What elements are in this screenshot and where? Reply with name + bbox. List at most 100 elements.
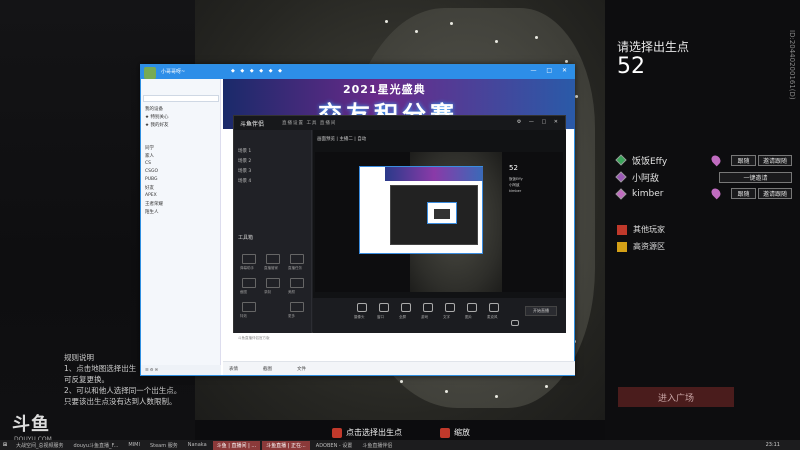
legend-label: 其他玩家 (633, 225, 665, 234)
taskbar-item[interactable]: 斗鱼 | 直播间 | ... (212, 440, 261, 450)
avatar[interactable] (144, 67, 156, 79)
nested-banner (385, 167, 483, 181)
preview-image: 52 饭饭Effy 小阿敌 kimber (315, 152, 563, 292)
spawn-point[interactable] (545, 385, 548, 388)
taskbar-item[interactable]: ADOBEN - 设置 (312, 441, 357, 450)
list-item[interactable]: 陌生人 (145, 209, 159, 215)
tool-titlebar[interactable]: 斗鱼伴侣 直播设置 工具 直播间 ⚙ — □ ✕ (234, 116, 565, 130)
qq-list-footer[interactable]: ☰ ⚙ ✉ (141, 365, 221, 375)
tool-tile-icon[interactable] (242, 302, 256, 312)
qq-titlebar[interactable]: 小哥哥呀~ ◆ ◆ ◆ ◆ ◆ ◆ — □ ✕ (141, 65, 574, 79)
list-item[interactable]: 同学 (145, 145, 154, 151)
tab-tools[interactable]: 工具 (306, 121, 317, 126)
player-id-label: ID:20440200161(D) (788, 30, 796, 100)
search-input[interactable] (143, 95, 219, 102)
spawn-point[interactable] (495, 40, 498, 43)
spawn-point[interactable] (450, 22, 453, 25)
camera-icon[interactable] (357, 303, 367, 312)
preview-title: 画面预览 | 主播二 | 自动 (317, 137, 367, 142)
scene-item[interactable]: 场景 3 (238, 168, 251, 174)
tool-tile-icon[interactable] (266, 254, 280, 264)
screenshot-button[interactable]: 截图 (263, 366, 272, 372)
hint-zoom: 缩放 (440, 427, 470, 438)
list-item[interactable]: ★ 我的好友 (145, 122, 168, 128)
taskbar-item[interactable]: Steam 服务 (146, 441, 182, 450)
volume-icon[interactable] (511, 320, 519, 326)
taskbar-item[interactable]: douyu斗鱼直播_F... (70, 441, 123, 450)
taskbar-item[interactable]: 斗鱼直播伴侣 (358, 441, 396, 450)
tool-tile-icon[interactable] (266, 278, 280, 288)
taskbar-item[interactable]: 大战空间_总视频服务 (12, 441, 68, 450)
window-controls[interactable]: — □ ✕ (530, 67, 571, 74)
emoji-button[interactable]: 表情 (229, 366, 238, 372)
list-item[interactable]: 家人 (145, 153, 154, 159)
scene-item[interactable]: 场景 4 (238, 178, 251, 184)
follow-button[interactable]: 跟随 (731, 188, 756, 199)
list-item[interactable]: CS (145, 161, 151, 166)
taskbar-item[interactable]: MIMI (124, 441, 144, 450)
spawn-point[interactable] (415, 30, 418, 33)
spawn-point[interactable] (495, 395, 498, 398)
windows-start-icon[interactable]: ⊞ (0, 441, 10, 450)
nested-qq-window (359, 166, 483, 254)
scene-item[interactable]: 场景 1 (238, 148, 251, 154)
file-button[interactable]: 文件 (297, 366, 306, 372)
tool-tile-icon[interactable] (290, 278, 304, 288)
fullscreen-icon[interactable] (401, 303, 411, 312)
taskbar-item[interactable]: 斗鱼直播 | 正在... (262, 440, 310, 450)
tool-tile-icon[interactable] (290, 302, 304, 312)
list-item[interactable]: 好友 (145, 185, 154, 191)
game-icon[interactable] (423, 303, 433, 312)
taskbar-item[interactable]: Nanaka (184, 441, 211, 450)
list-item[interactable]: PUBG (145, 177, 158, 182)
list-item[interactable]: 王者荣耀 (145, 201, 163, 207)
enter-plaza-button[interactable]: 进入广场 (618, 387, 734, 407)
qq-toolbar-icons[interactable]: ◆ ◆ ◆ ◆ ◆ ◆ (231, 68, 284, 74)
list-item[interactable]: ★ 特别关心 (145, 114, 168, 120)
tab-room[interactable]: 直播间 (320, 121, 337, 126)
list-item[interactable]: APEX (145, 193, 157, 198)
invite-follow-button[interactable]: 邀请跟随 (758, 188, 792, 199)
stream-preview[interactable]: 画面预览 | 主播二 | 自动 52 饭饭Effy 小阿敌 kimber (313, 130, 566, 298)
legend-swatch (617, 224, 627, 235)
nested-tool-window (390, 185, 478, 245)
window-controls[interactable]: ⚙ — □ ✕ (517, 119, 561, 125)
tool-tile-label: 截图 (240, 290, 247, 294)
list-item[interactable]: CSGO (145, 169, 158, 174)
qq-contact-list[interactable]: 我的设备 ★ 特别关心 ★ 我的好友 同学 家人 CS CSGO PUBG 好友… (141, 79, 221, 375)
follow-button[interactable]: 跟随 (731, 155, 756, 166)
spawn-point[interactable] (385, 20, 388, 23)
spawn-point[interactable] (400, 380, 403, 383)
tab-live-settings[interactable]: 直播设置 (282, 121, 304, 126)
tool-tabs[interactable]: 直播设置 工具 直播间 (282, 120, 336, 126)
tool-tile-icon[interactable] (242, 278, 256, 288)
image-icon[interactable] (467, 303, 477, 312)
spawn-point[interactable] (535, 36, 538, 39)
microphone-icon[interactable] (489, 303, 499, 312)
window-icon[interactable] (379, 303, 389, 312)
preview-label: kimber (509, 189, 522, 193)
spawn-point[interactable] (575, 95, 578, 98)
start-live-button[interactable]: 开始直播 (525, 306, 557, 316)
source-label: 文字 (443, 315, 450, 319)
team-member-name: 小阿敌 (632, 173, 660, 184)
legend-label: 高资源区 (633, 242, 665, 251)
tool-tile-label: 美颜 (288, 290, 295, 294)
spawn-title: 请选择出生点 (617, 40, 690, 54)
tool-sidebar[interactable]: 场景 1 场景 2 场景 3 场景 4 工具箱 弹幕助手 直播管家 直播任务 截… (234, 130, 312, 340)
mouse-wheel-icon (440, 427, 450, 438)
stream-tool-window[interactable]: 斗鱼伴侣 直播设置 工具 直播间 ⚙ — □ ✕ 场景 1 场景 2 场景 3 … (233, 115, 566, 340)
toolbox-label: 工具箱 (238, 235, 254, 241)
tool-tile-icon[interactable] (242, 254, 256, 264)
source-toolbar[interactable]: 摄像头 窗口 全屏 游戏 文字 图片 麦克风 开始直播 (313, 298, 566, 333)
one-click-invite-button[interactable]: 一键邀请 (719, 172, 792, 183)
tool-tile-icon[interactable] (290, 254, 304, 264)
qq-chat-footer[interactable]: 表情 截图 文件 (223, 361, 575, 375)
spawn-point[interactable] (565, 60, 568, 63)
text-icon[interactable] (445, 303, 455, 312)
scene-item[interactable]: 场景 2 (238, 158, 251, 164)
invite-follow-button[interactable]: 邀请跟随 (758, 155, 792, 166)
spawn-point[interactable] (445, 390, 448, 393)
tool-tile-label: 录制 (264, 290, 271, 294)
list-item[interactable]: 我的设备 (145, 106, 163, 112)
